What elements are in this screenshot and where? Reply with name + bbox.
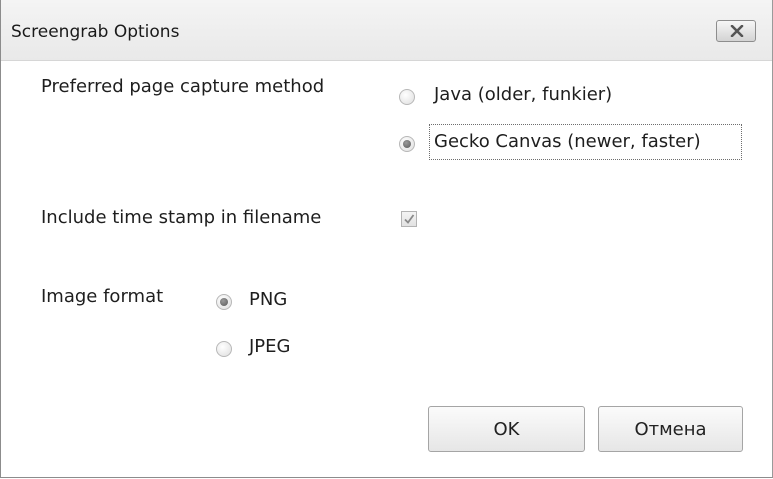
screengrab-options-dialog: Screengrab Options Preferred page captur… (0, 0, 773, 478)
image-format-label: Image format (41, 286, 164, 307)
dialog-title: Screengrab Options (11, 22, 180, 42)
timestamp-label: Include time stamp in filename (41, 207, 322, 228)
radio-gecko-canvas-label[interactable]: Gecko Canvas (newer, faster) (434, 131, 701, 152)
radio-png-label[interactable]: PNG (249, 289, 287, 310)
capture-method-label: Preferred page capture method (41, 76, 325, 97)
radio-gecko-canvas[interactable] (399, 136, 415, 152)
radio-png[interactable] (216, 294, 232, 310)
ok-button[interactable]: OK (428, 406, 585, 452)
cancel-button[interactable]: Отмена (598, 406, 743, 452)
radio-java-label[interactable]: Java (older, funkier) (434, 84, 612, 105)
close-icon (730, 25, 744, 37)
radio-java[interactable] (399, 89, 415, 105)
close-button[interactable] (716, 20, 756, 42)
timestamp-checkbox[interactable] (401, 211, 417, 227)
radio-jpeg[interactable] (216, 341, 232, 357)
checkmark-icon (404, 214, 415, 224)
title-bar[interactable]: Screengrab Options (1, 0, 772, 61)
radio-jpeg-label[interactable]: JPEG (249, 336, 290, 357)
